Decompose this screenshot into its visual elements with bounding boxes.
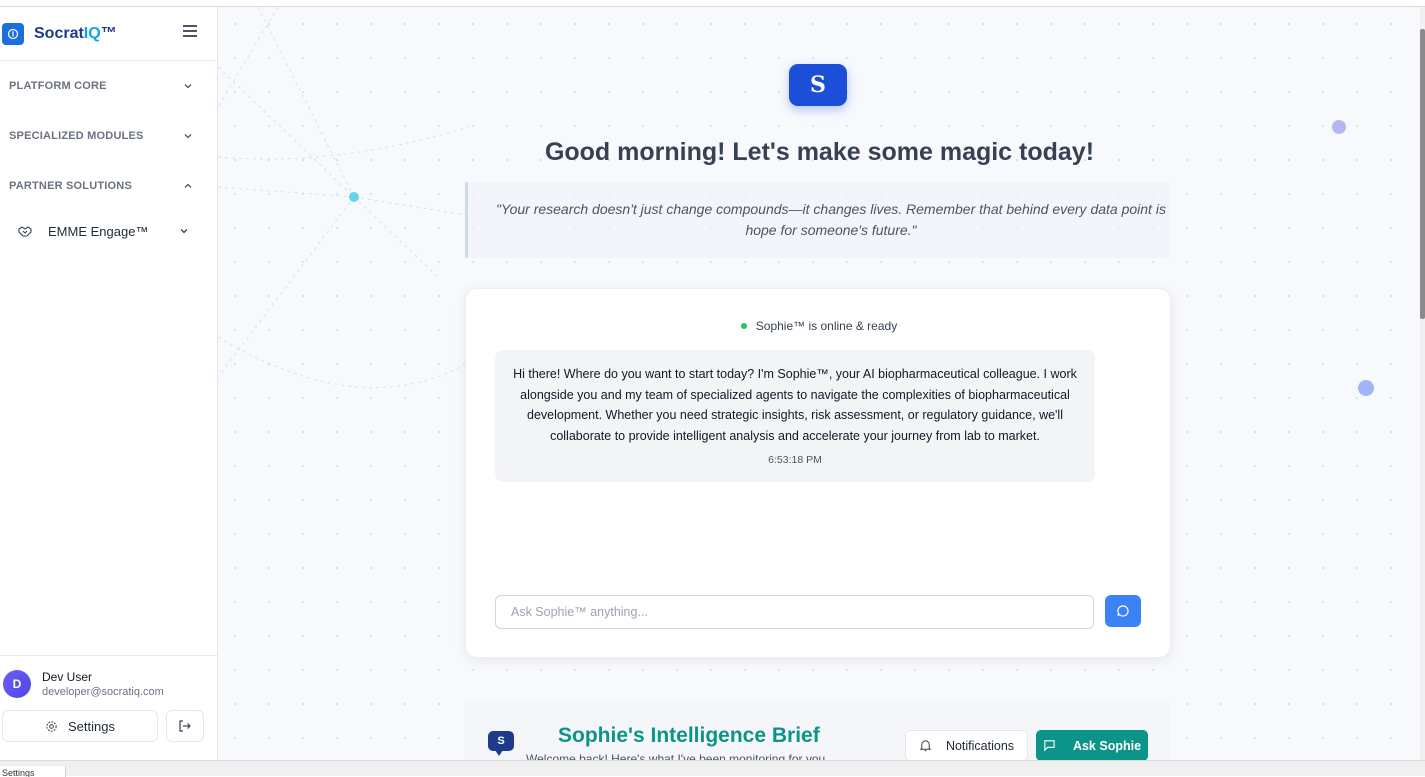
nav-section-label: PARTNER SOLUTIONS — [9, 180, 132, 192]
avatar: D — [3, 670, 31, 698]
bell-icon — [919, 740, 932, 752]
chevron-down-icon — [184, 134, 192, 139]
sophie-chat-icon: S — [488, 731, 514, 756]
gear-icon — [46, 720, 57, 732]
nav-section-partner-solutions[interactable]: PARTNER SOLUTIONS — [0, 161, 217, 211]
browser-top-edge — [0, 0, 1425, 7]
logout-button[interactable] — [166, 710, 204, 742]
nav-section-platform-core[interactable]: PLATFORM CORE — [0, 61, 217, 111]
chat-card: Sophie™ is online & ready Hi there! Wher… — [465, 288, 1171, 658]
online-status-icon — [740, 322, 747, 329]
message-text: Hi there! Where do you want to start tod… — [513, 367, 1077, 444]
sidebar-item-label: EMME Engage™ — [48, 223, 149, 239]
user-name: Dev User — [42, 670, 93, 684]
main-content: S Good morning! Let's make some magic to… — [218, 7, 1421, 760]
sidebar: SocratIQ™ PLATFORM CORE SPECIALIZED MODU… — [0, 7, 218, 760]
ask-sophie-button[interactable]: Ask Sophie — [1036, 730, 1148, 760]
scrollbar-thumb[interactable] — [1420, 29, 1425, 319]
chevron-down-icon — [180, 229, 188, 234]
page-title: Good morning! Let's make some magic toda… — [544, 138, 1095, 166]
sophie-logo: S — [789, 64, 847, 106]
send-button[interactable] — [1105, 595, 1141, 627]
brand-logo-icon — [2, 22, 24, 45]
brand-header: SocratIQ™ — [0, 7, 217, 61]
sidebar-item-emme-engage[interactable]: EMME Engage™ — [0, 211, 217, 251]
chevron-down-icon — [184, 84, 192, 89]
logout-icon — [179, 720, 191, 732]
brief-title: Sophie's Intelligence Brief — [558, 724, 820, 747]
nav-section-label: SPECIALIZED MODULES — [9, 130, 144, 142]
notifications-button[interactable]: Notifications — [905, 730, 1028, 760]
scrollbar[interactable] — [1420, 7, 1425, 760]
user-panel: D Dev User developer@socratiq.com Settin… — [0, 655, 217, 760]
message-square-icon — [1044, 740, 1055, 752]
taskbar: Settings — [0, 760, 1425, 777]
nav-section-label: PLATFORM CORE — [9, 80, 107, 92]
taskbar-tab[interactable]: Settings — [0, 766, 66, 777]
settings-label: Settings — [68, 718, 115, 734]
user-email: developer@socratiq.com — [42, 686, 164, 698]
settings-button[interactable]: Settings — [2, 710, 158, 742]
ask-sophie-label: Ask Sophie — [1072, 738, 1142, 753]
motivational-quote: "Your research doesn't just change compo… — [465, 182, 1170, 258]
notifications-label: Notifications — [945, 738, 1015, 753]
chevron-up-icon — [184, 183, 192, 188]
nav-section-specialized-modules[interactable]: SPECIALIZED MODULES — [0, 111, 217, 161]
chat-bubble-icon — [1117, 605, 1129, 617]
status-row: Sophie™ is online & ready — [466, 319, 1172, 333]
hamburger-menu-icon[interactable] — [183, 25, 197, 39]
brand-name: SocratIQ™ — [34, 24, 117, 42]
assistant-message: Hi there! Where do you want to start tod… — [495, 350, 1095, 482]
chat-input[interactable] — [495, 595, 1094, 629]
message-timestamp: 6:53:18 PM — [768, 453, 822, 466]
intelligence-brief: S Sophie's Intelligence Brief Welcome ba… — [464, 700, 1170, 760]
status-text: Sophie™ is online & ready — [755, 319, 898, 333]
brief-subtitle: Welcome back! Here's what I've been moni… — [526, 752, 826, 760]
handshake-icon — [18, 226, 32, 237]
